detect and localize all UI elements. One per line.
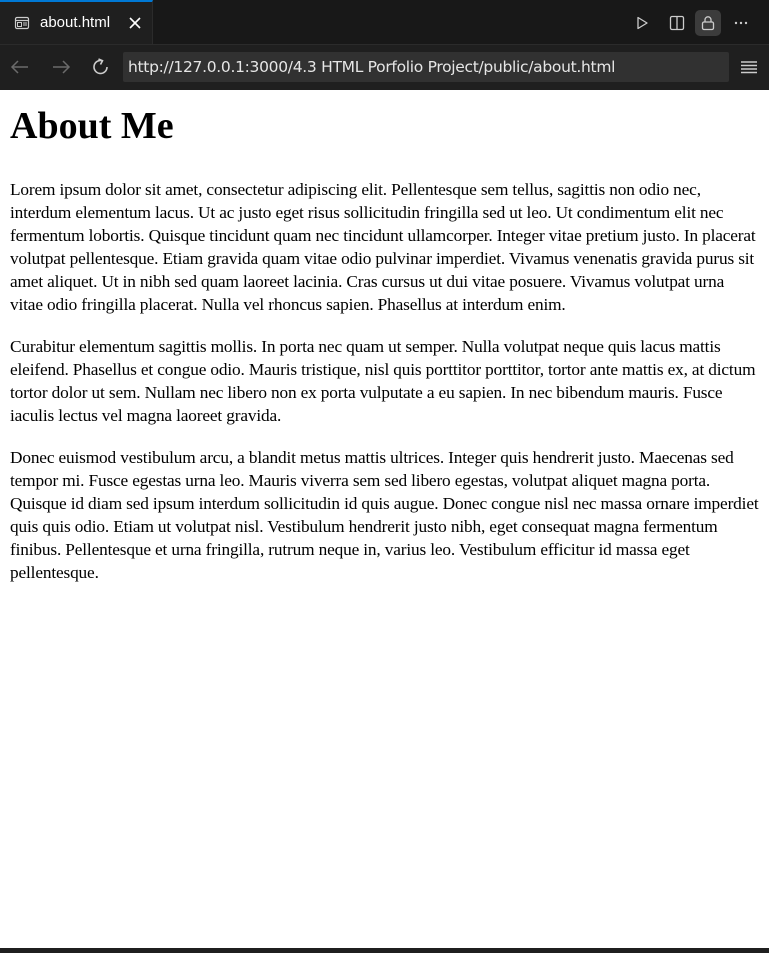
arrow-right-icon[interactable] (49, 55, 73, 79)
page-content: About Me Lorem ipsum dolor sit amet, con… (0, 90, 769, 948)
menu-icon[interactable] (738, 55, 760, 79)
split-editor-icon[interactable] (664, 10, 690, 36)
editor-tab-bar: about.html (0, 0, 769, 44)
paragraph-3: Donec euismod vestibulum arcu, a blandit… (10, 448, 759, 582)
page-title: About Me (10, 105, 174, 147)
preview-icon (14, 15, 30, 31)
paragraph-1: Lorem ipsum dolor sit amet, consectetur … (10, 180, 756, 314)
more-actions-icon[interactable] (728, 10, 754, 36)
run-icon[interactable] (629, 10, 655, 36)
arrow-left-icon[interactable] (8, 55, 32, 79)
tab-label: about.html (40, 14, 111, 31)
close-icon[interactable] (127, 15, 143, 31)
browser-nav-bar (0, 44, 769, 90)
reload-icon[interactable] (89, 55, 113, 79)
paragraph-2: Curabitur elementum sagittis mollis. In … (10, 337, 756, 425)
tab-about-html[interactable]: about.html (0, 0, 153, 44)
bottom-edge (0, 948, 769, 953)
url-input[interactable] (123, 52, 729, 82)
lock-icon[interactable] (695, 10, 721, 36)
